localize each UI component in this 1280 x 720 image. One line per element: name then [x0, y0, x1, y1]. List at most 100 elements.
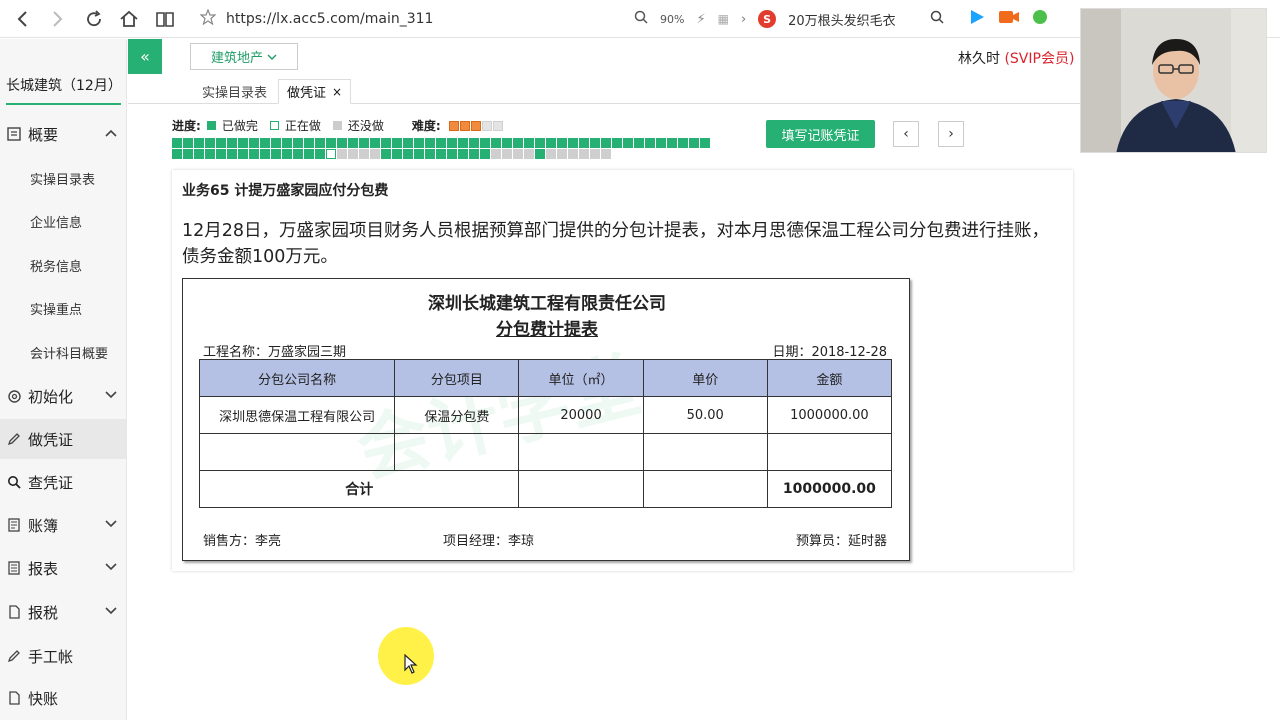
user-info[interactable]: 林久时 (SVIP会员) — [958, 48, 1074, 68]
sidebar-item-company-info[interactable]: 企业信息 — [0, 201, 127, 241]
progress-cell[interactable] — [491, 138, 501, 148]
progress-cell[interactable] — [469, 149, 479, 159]
prev-task-button[interactable]: ‹ — [893, 121, 919, 147]
progress-cell[interactable] — [227, 138, 237, 148]
progress-cell[interactable] — [436, 149, 446, 159]
progress-cell[interactable] — [678, 138, 688, 148]
progress-cell[interactable] — [172, 138, 182, 148]
progress-cell[interactable] — [381, 138, 391, 148]
tab-practice-catalog[interactable]: 实操目录表 — [194, 79, 275, 104]
progress-cell[interactable] — [414, 138, 424, 148]
progress-cell[interactable] — [524, 149, 534, 159]
progress-cell[interactable] — [293, 149, 303, 159]
tab-make-voucher[interactable]: 做凭证 × — [278, 79, 352, 104]
progress-cell[interactable] — [315, 138, 325, 148]
search-hint[interactable]: 20万根头发织毛衣 — [788, 10, 896, 29]
sidebar-item-make-voucher[interactable]: 做凭证 — [0, 419, 127, 459]
zoom-icon[interactable] — [634, 10, 648, 28]
progress-cell[interactable] — [392, 149, 402, 159]
progress-cell[interactable] — [403, 149, 413, 159]
progress-cell[interactable] — [183, 149, 193, 159]
address-bar[interactable]: https://lx.acc5.com/main_311 — [199, 6, 620, 32]
progress-cell[interactable] — [458, 149, 468, 159]
progress-cell[interactable] — [370, 138, 380, 148]
chat-icon[interactable] — [1032, 9, 1048, 29]
progress-cell[interactable] — [359, 149, 369, 159]
progress-cell[interactable] — [557, 149, 567, 159]
progress-cell[interactable] — [337, 138, 347, 148]
progress-cell[interactable] — [304, 149, 314, 159]
lightning-icon[interactable]: ⚡ — [696, 12, 705, 27]
progress-cell[interactable] — [645, 138, 655, 148]
progress-cell[interactable] — [480, 138, 490, 148]
progress-cell[interactable] — [502, 149, 512, 159]
progress-cell[interactable] — [513, 149, 523, 159]
reload-icon[interactable] — [84, 9, 104, 29]
progress-cell[interactable] — [469, 138, 479, 148]
sidebar-item-accounts-summary[interactable]: 会计科目概要 — [0, 332, 127, 372]
progress-cell[interactable] — [579, 138, 589, 148]
video-play-icon[interactable] — [968, 8, 986, 30]
progress-cell[interactable] — [381, 149, 391, 159]
progress-cell[interactable] — [227, 149, 237, 159]
chevron-right-icon[interactable]: › — [741, 12, 746, 27]
sidebar-item-quick-books[interactable]: 快账 — [0, 678, 127, 718]
progress-cell[interactable] — [535, 149, 545, 159]
progress-cell[interactable] — [403, 138, 413, 148]
progress-cell[interactable] — [425, 138, 435, 148]
next-task-button[interactable]: › — [938, 121, 964, 147]
progress-cell[interactable] — [612, 138, 622, 148]
back-icon[interactable] — [12, 9, 32, 29]
progress-cell[interactable] — [579, 149, 589, 159]
progress-cell[interactable] — [689, 138, 699, 148]
progress-cell[interactable] — [315, 149, 325, 159]
progress-cell[interactable] — [480, 149, 490, 159]
home-icon[interactable] — [119, 9, 139, 29]
progress-cell[interactable] — [326, 149, 336, 159]
progress-cell[interactable] — [282, 138, 292, 148]
sidebar-item-tax-info[interactable]: 税务信息 — [0, 245, 127, 285]
company-name[interactable]: 长城建筑（12月） — [6, 67, 122, 105]
progress-cell[interactable] — [260, 149, 270, 159]
progress-cell[interactable] — [249, 149, 259, 159]
progress-cell[interactable] — [172, 149, 182, 159]
progress-cell[interactable] — [546, 149, 556, 159]
progress-cell[interactable] — [436, 138, 446, 148]
fill-voucher-button[interactable]: 填写记账凭证 — [766, 120, 875, 148]
progress-cell[interactable] — [205, 149, 215, 159]
progress-cell[interactable] — [447, 149, 457, 159]
progress-cell[interactable] — [590, 138, 600, 148]
sidebar-item-query-voucher[interactable]: 查凭证 — [0, 462, 127, 502]
progress-cell[interactable] — [458, 138, 468, 148]
progress-cell[interactable] — [513, 138, 523, 148]
sidebar-item-init[interactable]: 初始化 — [0, 376, 127, 416]
sidebar-item-ledger[interactable]: 账簿 — [0, 505, 127, 545]
progress-cell[interactable] — [249, 138, 259, 148]
progress-cell[interactable] — [524, 138, 534, 148]
progress-cell[interactable] — [601, 138, 611, 148]
progress-cell[interactable] — [238, 149, 248, 159]
progress-cell[interactable] — [183, 138, 193, 148]
camera-icon[interactable] — [998, 9, 1020, 29]
progress-cell[interactable] — [414, 149, 424, 159]
progress-cell[interactable] — [271, 138, 281, 148]
apps-grid-icon[interactable]: ▦ — [718, 12, 729, 26]
progress-cell[interactable] — [491, 149, 501, 159]
progress-cell[interactable] — [447, 138, 457, 148]
progress-cell[interactable] — [194, 138, 204, 148]
industry-dropdown[interactable]: 建筑地产 — [190, 43, 298, 70]
collapse-sidebar-button[interactable]: « — [128, 39, 162, 74]
star-icon[interactable] — [199, 8, 217, 29]
progress-cell[interactable] — [546, 138, 556, 148]
progress-cell[interactable] — [205, 138, 215, 148]
progress-cell[interactable] — [282, 149, 292, 159]
progress-cell[interactable] — [238, 138, 248, 148]
progress-cell[interactable] — [590, 149, 600, 159]
progress-cell[interactable] — [216, 149, 226, 159]
reader-icon[interactable] — [155, 9, 175, 29]
sidebar-item-tax-filing[interactable]: 报税 — [0, 592, 127, 632]
search-icon[interactable] — [930, 10, 944, 28]
progress-cell[interactable] — [337, 149, 347, 159]
progress-cell[interactable] — [568, 138, 578, 148]
progress-cell[interactable] — [271, 149, 281, 159]
